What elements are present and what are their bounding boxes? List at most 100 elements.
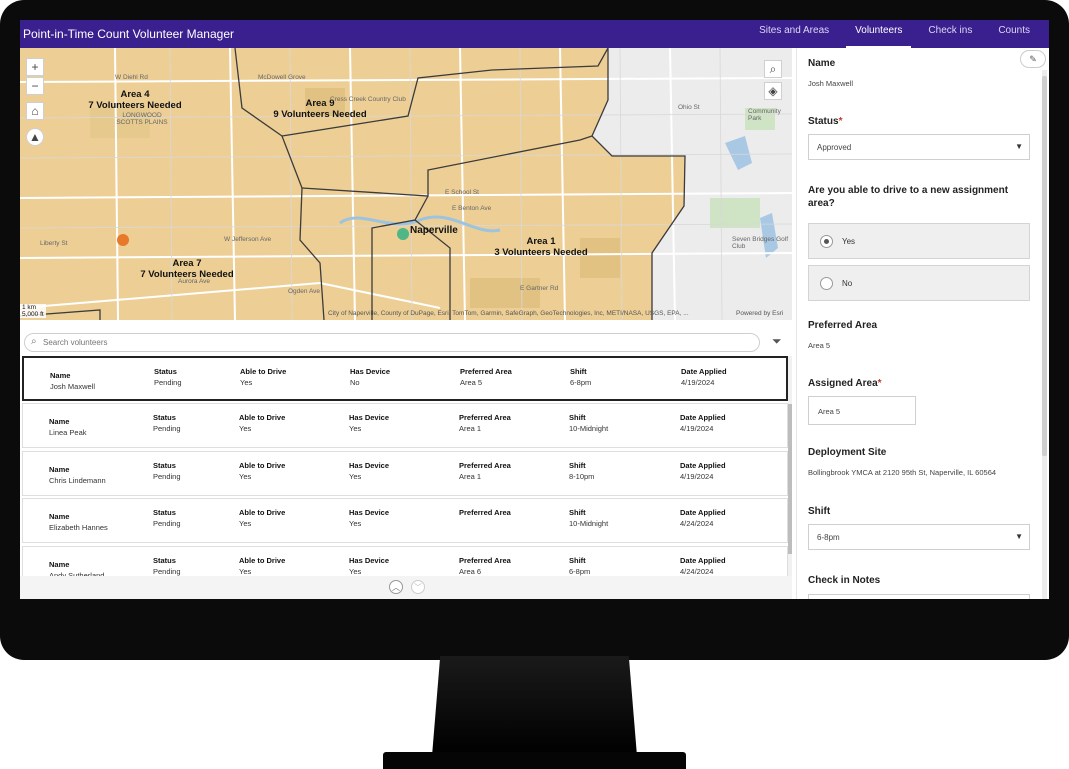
panel-scrollbar-thumb[interactable] — [1042, 76, 1047, 456]
check-in-notes-label: Check in Notes — [808, 575, 881, 586]
search-icon: ⌕ — [769, 61, 777, 76]
powered-by-esri[interactable]: Powered by Esri — [736, 310, 783, 317]
zoom-out-button[interactable]: − — [26, 77, 44, 95]
home-button[interactable]: ⌂ — [26, 102, 44, 120]
cell-value: Yes — [239, 519, 252, 528]
cell-header: Status — [153, 508, 176, 517]
page-down-button[interactable]: ﹀ — [411, 580, 425, 594]
layers-icon: ◈ — [768, 84, 778, 98]
volunteer-card[interactable]: Name Josh Maxwell Status Pending Able to Dri… — [22, 356, 788, 401]
list-scrollbar-thumb[interactable] — [788, 404, 792, 554]
cell-header: Shift — [569, 413, 586, 422]
map-scalebar: 1 km 5,000 ft — [20, 304, 46, 318]
area-label-4: Area 4 7 Volunteers Needed — [80, 89, 190, 111]
assigned-area-input[interactable]: Area 5 — [808, 396, 916, 425]
cell-date: Date Applied 4/19/2024 — [680, 460, 726, 482]
cell-header: Preferred Area — [459, 413, 511, 422]
site-marker-green[interactable] — [397, 228, 409, 240]
volunteer-card[interactable]: Name Chris Lindemann Status Pending Able to … — [22, 451, 788, 496]
drive-question: Are you able to drive to a new assignmen… — [808, 185, 1009, 209]
place-label: Liberty St — [40, 240, 68, 247]
cell-header: Able to Drive — [239, 556, 286, 565]
cell-value: 4/19/2024 — [681, 378, 715, 387]
cell-header: Status — [153, 556, 176, 565]
volunteer-card[interactable]: Name Linea Peak Status Pending Able to Drive… — [22, 403, 788, 448]
shift-select-value: 6-8pm — [817, 533, 840, 542]
cell-header: Date Applied — [680, 413, 726, 422]
filter-button[interactable]: ⏷ — [772, 334, 782, 349]
layers-button[interactable]: ◈ — [764, 82, 782, 100]
check-in-notes-input[interactable] — [808, 594, 1030, 599]
top-bar: Point-in-Time Count Volunteer Manager Si… — [20, 20, 1049, 48]
cell-drive: Able to Drive Yes — [239, 460, 285, 482]
place-label: E Gartner Rd — [520, 285, 559, 292]
parcel-4 — [470, 278, 540, 308]
cell-status: Status Pending — [154, 366, 182, 388]
area-label-7: Area 7 7 Volunteers Needed — [132, 258, 242, 280]
tab-volunteers[interactable]: Volunteers — [846, 20, 912, 48]
cell-area: Preferred Area Area 5 — [460, 366, 512, 388]
cell-status: Status Pending — [153, 460, 181, 482]
cell-area: Preferred Area Area 6 — [459, 555, 511, 576]
preferred-area-label: Preferred Area — [808, 320, 878, 331]
place-label: McDowell Grove — [258, 74, 306, 81]
volunteer-card[interactable]: Name Andy Sutherland Status Pending Able to … — [22, 546, 788, 576]
cell-value: Yes — [349, 567, 362, 576]
cell-status: Status Pending — [153, 412, 181, 434]
volunteer-details-panel: Name Josh Maxwell Status* Approved ▼ Are… — [796, 48, 1049, 599]
cell-header: Date Applied — [680, 556, 726, 565]
cell-date: Date Applied 4/19/2024 — [681, 366, 727, 388]
place-label: Community Park — [748, 108, 781, 122]
name-label: Name — [808, 58, 836, 69]
app-screen: Point-in-Time Count Volunteer Manager Si… — [20, 20, 1049, 599]
chevron-up-icon: ︿ — [392, 582, 400, 592]
cell-header: Has Device — [349, 413, 390, 422]
cell-value: 10-Midnight — [569, 424, 609, 433]
page-up-button[interactable]: ︿ — [389, 580, 403, 594]
drive-option-no[interactable]: No — [808, 265, 1030, 301]
cell-shift: Shift 10-Midnight — [569, 507, 608, 529]
compass-icon: ▲ — [29, 130, 41, 144]
map-search-button[interactable]: ⌕ — [764, 60, 782, 78]
cell-date: Date Applied 4/24/2024 — [680, 555, 726, 576]
filter-icon: ⏷ — [772, 334, 782, 348]
cell-header: Has Device — [350, 367, 391, 376]
deployment-site-label: Deployment Site — [808, 447, 887, 458]
cell-drive: Able to Drive Yes — [239, 555, 285, 576]
place-label: W Jefferson Ave — [224, 236, 272, 243]
cell-header: Has Device — [349, 556, 390, 565]
edit-button[interactable]: ✎ — [1020, 50, 1046, 68]
status-select-value: Approved — [817, 143, 852, 152]
cell-header: Date Applied — [681, 367, 727, 376]
cell-header: Preferred Area — [459, 508, 511, 517]
cell-header: Shift — [570, 367, 587, 376]
required-mark: * — [877, 378, 882, 389]
radio-checked-icon — [820, 235, 833, 248]
area-name: Area 1 — [526, 236, 556, 247]
search-input[interactable] — [43, 336, 743, 349]
area-label-1: Area 1 3 Volunteers Needed — [486, 236, 596, 258]
tab-counts[interactable]: Counts — [989, 20, 1039, 48]
tab-sites-and-areas[interactable]: Sites and Areas — [750, 20, 838, 48]
drive-option-yes[interactable]: Yes — [808, 223, 1030, 259]
preferred-area-value: Area 5 — [808, 341, 831, 350]
map-view[interactable]: + − ⌂ ▲ ⌕ ◈ Area 4 7 Volunteers Needed A… — [20, 48, 792, 320]
cell-header: Able to Drive — [240, 367, 287, 376]
park-seven-bridges — [710, 198, 760, 228]
cell-header: Name — [49, 512, 70, 521]
tab-check-ins[interactable]: Check ins — [919, 20, 981, 48]
volunteer-card[interactable]: Name Elizabeth Hannes Status Pending Able to… — [22, 498, 788, 543]
status-select[interactable]: Approved ▼ — [808, 134, 1030, 160]
cell-header: Name — [49, 417, 70, 426]
cell-header: Name — [50, 371, 71, 380]
cell-value: Yes — [349, 519, 362, 528]
compass-button[interactable]: ▲ — [26, 128, 44, 146]
cell-name: Name Andy Sutherland — [49, 559, 104, 576]
cell-value: 4/19/2024 — [680, 424, 714, 433]
cell-device: Has Device Yes — [349, 412, 389, 434]
site-marker-orange[interactable] — [117, 234, 129, 246]
cell-header: Status — [153, 461, 176, 470]
shift-select[interactable]: 6-8pm ▼ — [808, 524, 1030, 550]
place-label: Aurora Ave — [178, 278, 211, 285]
zoom-in-button[interactable]: + — [26, 58, 44, 76]
